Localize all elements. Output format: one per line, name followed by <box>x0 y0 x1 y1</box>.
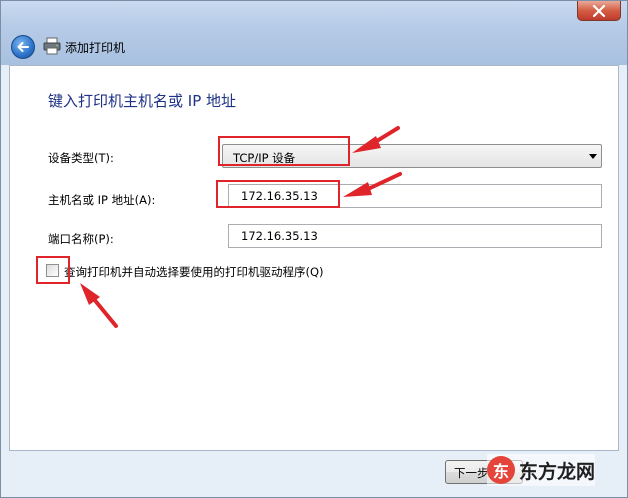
annotation-arrows <box>80 126 402 328</box>
arrow-icon-checkbox <box>80 283 118 328</box>
arrow-icon-device-type <box>352 126 400 153</box>
arrow-icon-hostname <box>343 172 402 197</box>
